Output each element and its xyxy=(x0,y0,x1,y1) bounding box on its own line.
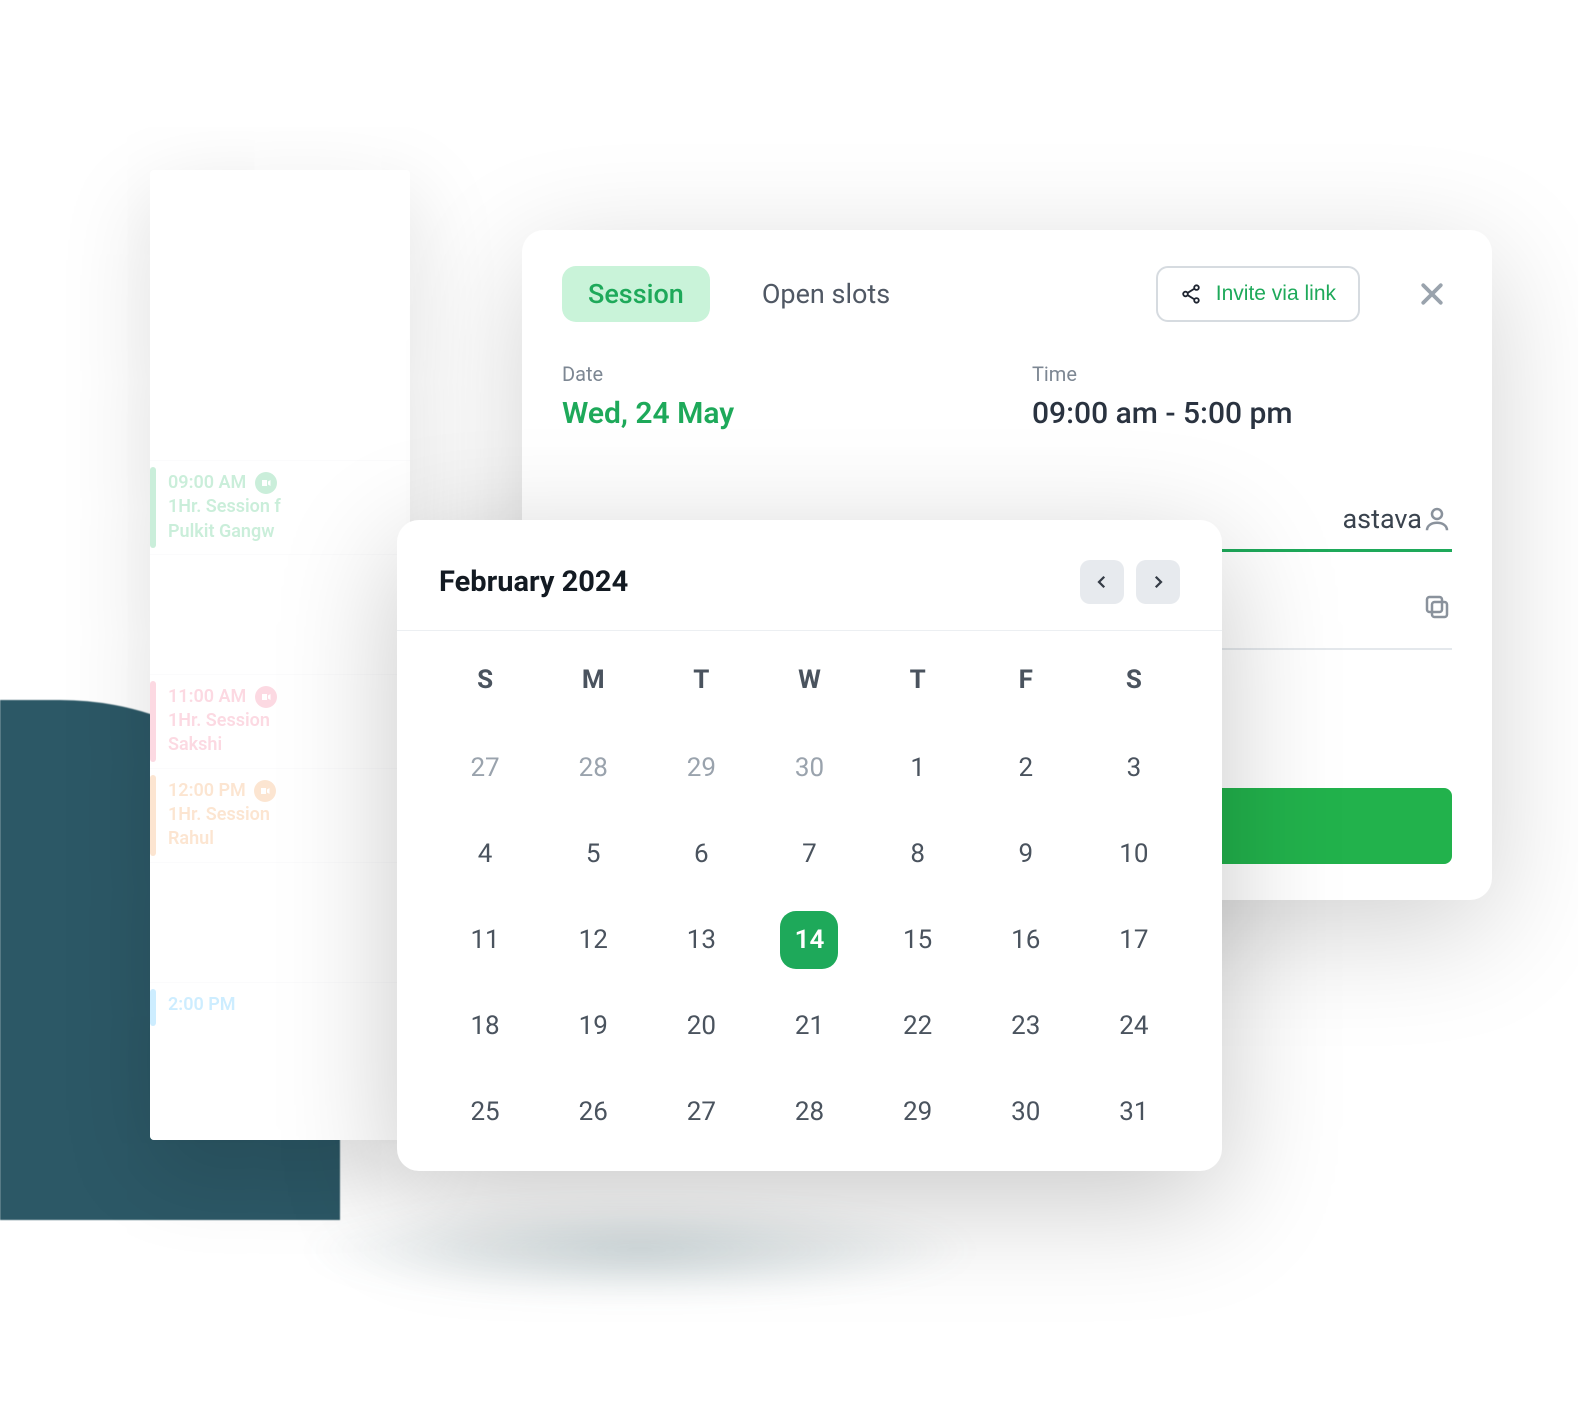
calendar-day[interactable]: 18 xyxy=(431,993,539,1059)
calendar-day[interactable]: 4 xyxy=(431,821,539,887)
agenda-title: 1Hr. Session xyxy=(168,709,396,733)
calendar-day[interactable]: 9 xyxy=(972,821,1080,887)
tab-open-slots[interactable]: Open slots xyxy=(736,266,916,322)
date-value: Wed, 24 May xyxy=(562,396,734,431)
tab-session[interactable]: Session xyxy=(562,266,710,322)
calendar-day[interactable]: 22 xyxy=(864,993,972,1059)
dow-label: S xyxy=(1080,655,1188,715)
calendar-day[interactable]: 11 xyxy=(431,907,539,973)
time-field[interactable]: Time 09:00 am - 5:00 pm xyxy=(1032,362,1452,431)
calendar-day[interactable]: 6 xyxy=(647,821,755,887)
calendar-day[interactable]: 13 xyxy=(647,907,755,973)
invite-via-link-button[interactable]: Invite via link xyxy=(1156,266,1360,322)
agenda-slot[interactable]: 11:00 AM 1Hr. Session Sakshi xyxy=(150,674,410,768)
calendar-day[interactable]: 5 xyxy=(539,821,647,887)
date-label: Date xyxy=(562,362,734,386)
agenda-title: 1Hr. Session f xyxy=(168,495,396,519)
dow-label: M xyxy=(539,655,647,715)
calendar-day[interactable]: 17 xyxy=(1080,907,1188,973)
calendar-day[interactable]: 23 xyxy=(972,993,1080,1059)
calendar-day-prev-month[interactable]: 30 xyxy=(755,735,863,801)
calendar-day[interactable]: 14 xyxy=(755,907,863,973)
date-picker: February 2024 SMTWTFS2728293012345678910… xyxy=(397,520,1222,1171)
agenda-subtitle: Pulkit Gangw xyxy=(168,520,396,544)
close-icon xyxy=(1417,279,1447,309)
agenda-slot[interactable]: 12:00 PM 1Hr. Session Rahul xyxy=(150,768,410,862)
calendar-day[interactable]: 24 xyxy=(1080,993,1188,1059)
calendar-day[interactable]: 27 xyxy=(647,1079,755,1145)
agenda-subtitle: Rahul xyxy=(168,827,396,851)
calendar-day[interactable]: 7 xyxy=(755,821,863,887)
calendar-day-prev-month[interactable]: 28 xyxy=(539,735,647,801)
calendar-day[interactable]: 25 xyxy=(431,1079,539,1145)
time-value: 09:00 am - 5:00 pm xyxy=(1032,396,1452,431)
agenda-time: 09:00 AM xyxy=(168,472,246,493)
copy-button[interactable] xyxy=(1422,592,1452,626)
chevron-left-icon xyxy=(1093,573,1111,591)
agenda-title: 1Hr. Session xyxy=(168,803,396,827)
person-icon xyxy=(1422,504,1452,534)
dow-label: T xyxy=(647,655,755,715)
agenda-slot[interactable]: 2:00 PM xyxy=(150,982,410,1032)
primary-action-button[interactable] xyxy=(1202,788,1452,864)
calendar-day[interactable]: 1 xyxy=(864,735,972,801)
calendar-day[interactable]: 2 xyxy=(972,735,1080,801)
video-icon xyxy=(255,686,277,708)
date-field[interactable]: Date Wed, 24 May xyxy=(562,362,734,431)
prev-month-button[interactable] xyxy=(1080,560,1124,604)
agenda-column: 09:00 AM 1Hr. Session f Pulkit Gangw 11:… xyxy=(150,170,410,1140)
calendar-day[interactable]: 30 xyxy=(972,1079,1080,1145)
calendar-day[interactable]: 12 xyxy=(539,907,647,973)
calendar-day[interactable]: 28 xyxy=(755,1079,863,1145)
video-icon xyxy=(255,472,277,494)
close-button[interactable] xyxy=(1412,274,1452,314)
dow-label: S xyxy=(431,655,539,715)
calendar-day[interactable]: 20 xyxy=(647,993,755,1059)
calendar-day[interactable]: 19 xyxy=(539,993,647,1059)
calendar-day[interactable]: 21 xyxy=(755,993,863,1059)
background-shadow xyxy=(300,1200,980,1300)
next-month-button[interactable] xyxy=(1136,560,1180,604)
agenda-time: 11:00 AM xyxy=(168,686,246,707)
calendar-day[interactable]: 16 xyxy=(972,907,1080,973)
agenda-time: 2:00 PM xyxy=(168,994,236,1015)
copy-icon xyxy=(1422,592,1452,622)
calendar-day[interactable]: 15 xyxy=(864,907,972,973)
calendar-day[interactable]: 10 xyxy=(1080,821,1188,887)
calendar-day-prev-month[interactable]: 29 xyxy=(647,735,755,801)
agenda-time: 12:00 PM xyxy=(168,780,246,801)
calendar-day[interactable]: 3 xyxy=(1080,735,1188,801)
calendar-day[interactable]: 29 xyxy=(864,1079,972,1145)
dow-label: W xyxy=(755,655,863,715)
chevron-right-icon xyxy=(1149,573,1167,591)
picker-month-title: February 2024 xyxy=(439,565,1068,599)
dow-label: F xyxy=(972,655,1080,715)
share-icon xyxy=(1180,283,1202,305)
dow-label: T xyxy=(864,655,972,715)
video-icon xyxy=(254,780,276,802)
calendar-day-prev-month[interactable]: 27 xyxy=(431,735,539,801)
calendar-day[interactable]: 31 xyxy=(1080,1079,1188,1145)
invite-label: Invite via link xyxy=(1216,282,1336,306)
calendar-day[interactable]: 8 xyxy=(864,821,972,887)
agenda-slot[interactable]: 09:00 AM 1Hr. Session f Pulkit Gangw xyxy=(150,460,410,554)
time-label: Time xyxy=(1032,362,1452,386)
agenda-subtitle: Sakshi xyxy=(168,733,396,757)
calendar-day[interactable]: 26 xyxy=(539,1079,647,1145)
